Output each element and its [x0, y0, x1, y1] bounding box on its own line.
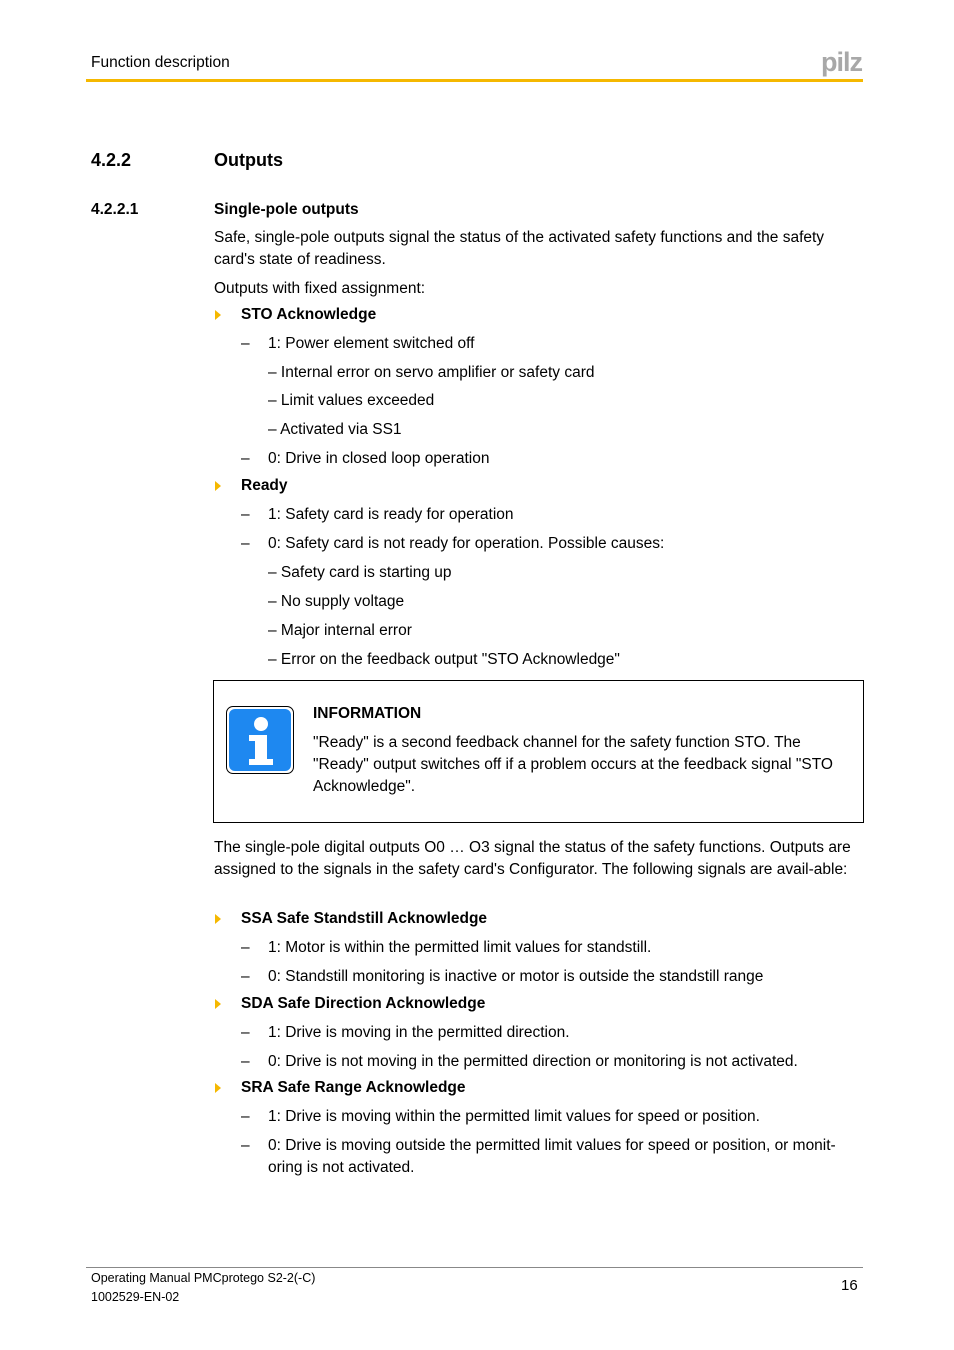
- sda-l0: 0: Drive is not moving in the permitted …: [268, 1053, 798, 1070]
- dash: –: [241, 1053, 250, 1070]
- dash: –: [241, 1024, 250, 1041]
- dash: –: [241, 1137, 250, 1154]
- bullet-icon: [215, 481, 221, 491]
- sra-l1: 1: Drive is moving within the permitted …: [268, 1108, 760, 1125]
- sto-s3: – Activated via SS1: [268, 421, 402, 438]
- ready-s4: – Error on the feedback output "STO Ackn…: [268, 651, 620, 668]
- info-icon: [226, 706, 294, 774]
- sda-title: SDA Safe Direction Acknowledge: [241, 995, 486, 1012]
- ssa-l1: 1: Motor is within the permitted limit v…: [268, 939, 652, 956]
- sra-title: SRA Safe Range Acknowledge: [241, 1079, 466, 1096]
- header-section: Function description: [91, 54, 230, 71]
- subheading-number: 4.2.2.1: [91, 201, 139, 218]
- ready-l0: 0: Safety card is not ready for operatio…: [268, 535, 665, 552]
- sto-s2: – Limit values exceeded: [268, 392, 435, 409]
- page-number: 16: [841, 1277, 858, 1294]
- dash: –: [241, 506, 250, 523]
- ssa-l0: 0: Standstill monitoring is inactive or …: [268, 968, 764, 985]
- info-text: "Ready" is a second feedback channel for…: [313, 734, 833, 795]
- information-box: INFORMATION "Ready" is a second feedback…: [213, 680, 864, 823]
- dash: –: [241, 1108, 250, 1125]
- subheading-title: Single-pole outputs: [214, 201, 359, 218]
- info-title: INFORMATION: [313, 705, 422, 722]
- bullet-icon: [215, 1083, 221, 1093]
- ssa-title: SSA Safe Standstill Acknowledge: [241, 910, 488, 927]
- sto-l1: 1: Power element switched off: [268, 335, 475, 352]
- fixed-label: Outputs with fixed assignment:: [214, 280, 426, 297]
- bullet-icon: [215, 914, 221, 924]
- ready-title: Ready: [241, 477, 288, 494]
- heading-number: 4.2.2: [91, 150, 132, 170]
- sra-l0: 0: Drive is moving outside the permitted…: [268, 1137, 836, 1176]
- dash: –: [241, 968, 250, 985]
- intro-paragraph: Safe, single-pole outputs signal the sta…: [214, 229, 825, 268]
- sda-l1: 1: Drive is moving in the permitted dire…: [268, 1024, 570, 1041]
- pilz-logo: pilz: [821, 47, 863, 77]
- heading-title: Outputs: [214, 150, 283, 170]
- page: Function description pilz 4.2.2 Outputs …: [0, 0, 954, 1350]
- sto-title: STO Acknowledge: [241, 306, 377, 323]
- dash: –: [241, 335, 250, 352]
- dash: –: [241, 535, 250, 552]
- ready-s2: – No supply voltage: [268, 593, 405, 610]
- sto-l0: 0: Drive in closed loop operation: [268, 450, 490, 467]
- ready-l1: 1: Safety card is ready for operation: [268, 506, 514, 523]
- bullet-icon: [215, 999, 221, 1009]
- footer-rule: [86, 1267, 863, 1268]
- footer-manual: Operating Manual PMCprotego S2-2(-C): [91, 1271, 316, 1285]
- sto-s1: – Internal error on servo amplifier or s…: [268, 364, 595, 381]
- footer-doc: 1002529-EN-02: [91, 1290, 180, 1304]
- dash: –: [241, 939, 250, 956]
- ready-s1: – Safety card is starting up: [268, 564, 452, 581]
- dash: –: [241, 450, 250, 467]
- bullet-icon: [215, 310, 221, 320]
- ready-s3: – Major internal error: [268, 622, 412, 639]
- header-rule: [86, 79, 863, 82]
- outputs-paragraph: The single-pole digital outputs O0 … O3 …: [214, 839, 851, 878]
